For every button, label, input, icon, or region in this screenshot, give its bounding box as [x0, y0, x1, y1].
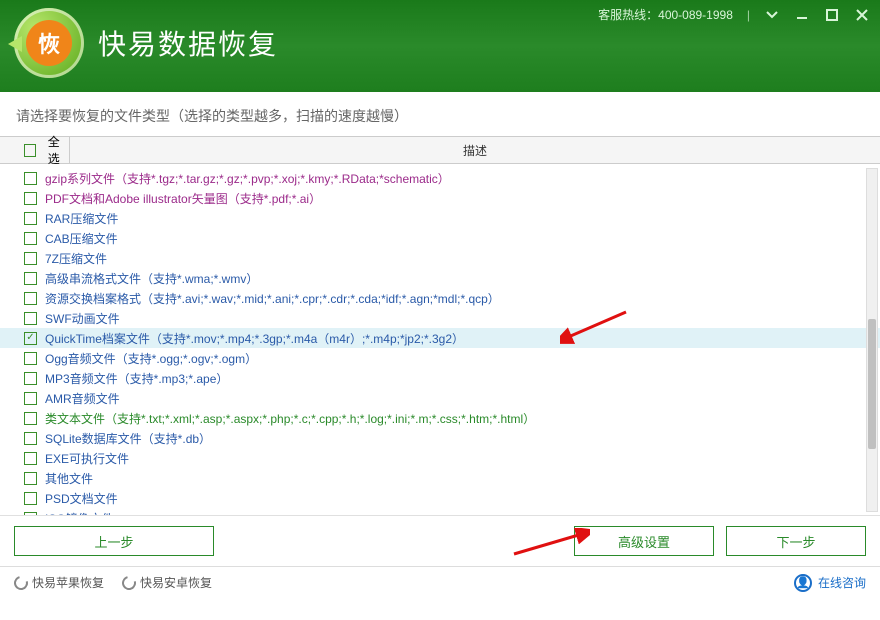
- advanced-settings-button[interactable]: 高级设置: [574, 526, 714, 556]
- scrollbar[interactable]: [866, 168, 878, 512]
- select-all-checkbox[interactable]: [24, 144, 36, 157]
- list-item[interactable]: Ogg音频文件（支持*.ogg;*.ogv;*.ogm）: [0, 348, 880, 368]
- list-item[interactable]: 其他文件: [0, 468, 880, 488]
- dropdown-icon[interactable]: [764, 7, 780, 23]
- row-checkbox[interactable]: [24, 352, 37, 365]
- scrollbar-thumb[interactable]: [868, 319, 876, 449]
- logo-area: 恢 快易数据恢复: [14, 8, 278, 78]
- online-support-label: 在线咨询: [818, 574, 866, 591]
- row-label: PDF文档和Adobe illustrator矢量图（支持*.pdf;*.ai）: [45, 190, 321, 207]
- row-checkbox[interactable]: [24, 312, 37, 325]
- list-item[interactable]: PDF文档和Adobe illustrator矢量图（支持*.pdf;*.ai）: [0, 188, 880, 208]
- logo-inner: 恢: [26, 20, 72, 66]
- row-checkbox[interactable]: [24, 392, 37, 405]
- row-label: 其他文件: [45, 470, 93, 487]
- close-icon[interactable]: [854, 7, 870, 23]
- list-item[interactable]: ISO镜像文件: [0, 508, 880, 516]
- row-checkbox[interactable]: [24, 332, 37, 345]
- list-item[interactable]: 类文本文件（支持*.txt;*.xml;*.asp;*.aspx;*.php;*…: [0, 408, 880, 428]
- list-item[interactable]: AMR音频文件: [0, 388, 880, 408]
- row-checkbox[interactable]: [24, 432, 37, 445]
- list-item[interactable]: SQLite数据库文件（支持*.db）: [0, 428, 880, 448]
- row-label: 类文本文件（支持*.txt;*.xml;*.asp;*.aspx;*.php;*…: [45, 410, 535, 427]
- app-title: 快易数据恢复: [98, 23, 278, 63]
- row-checkbox[interactable]: [24, 252, 37, 265]
- prev-button[interactable]: 上一步: [14, 526, 214, 556]
- online-support-link[interactable]: 👤 在线咨询: [794, 574, 866, 592]
- list-item[interactable]: QuickTime档案文件（支持*.mov;*.mp4;*.3gp;*.m4a（…: [0, 328, 880, 348]
- select-all-cell[interactable]: 全选: [0, 137, 70, 163]
- list-item[interactable]: SWF动画文件: [0, 308, 880, 328]
- list-item[interactable]: gzip系列文件（支持*.tgz;*.tar.gz;*.gz;*.pvp;*.x…: [0, 168, 880, 188]
- row-label: Ogg音频文件（支持*.ogg;*.ogv;*.ogm）: [45, 350, 257, 367]
- file-type-list-container: gzip系列文件（支持*.tgz;*.tar.gz;*.gz;*.pvp;*.x…: [0, 164, 880, 516]
- maximize-icon[interactable]: [824, 7, 840, 23]
- row-label: RAR压缩文件: [45, 210, 118, 227]
- row-label: CAB压缩文件: [45, 230, 118, 247]
- footer-left: 快易苹果恢复 快易安卓恢复: [14, 574, 212, 591]
- row-checkbox[interactable]: [24, 212, 37, 225]
- row-checkbox[interactable]: [24, 452, 37, 465]
- list-item[interactable]: PSD文档文件: [0, 488, 880, 508]
- refresh-icon: [11, 573, 30, 592]
- list-item[interactable]: 资源交换档案格式（支持*.avi;*.wav;*.mid;*.ani;*.cpr…: [0, 288, 880, 308]
- logo-badge: 恢: [14, 8, 84, 78]
- footer-link-android[interactable]: 快易安卓恢复: [122, 574, 212, 591]
- row-checkbox[interactable]: [24, 232, 37, 245]
- button-row: 上一步 高级设置 下一步: [0, 516, 880, 566]
- separator: |: [747, 8, 750, 22]
- row-checkbox[interactable]: [24, 272, 37, 285]
- row-label: 资源交换档案格式（支持*.avi;*.wav;*.mid;*.ani;*.cpr…: [45, 290, 500, 307]
- footer-link-apple[interactable]: 快易苹果恢复: [14, 574, 104, 591]
- list-item[interactable]: CAB压缩文件: [0, 228, 880, 248]
- footer: 快易苹果恢复 快易安卓恢复 👤 在线咨询: [0, 566, 880, 598]
- hotline-label: 客服热线：400-089-1998: [598, 6, 733, 23]
- row-label: 7Z压缩文件: [45, 250, 107, 267]
- row-label: MP3音频文件（支持*.mp3;*.ape）: [45, 370, 228, 387]
- row-label: 高级串流格式文件（支持*.wma;*.wmv）: [45, 270, 258, 287]
- titlebar: 客服热线：400-089-1998 | 恢 快易数据恢复: [0, 0, 880, 92]
- list-item[interactable]: 高级串流格式文件（支持*.wma;*.wmv）: [0, 268, 880, 288]
- footer-android-label: 快易安卓恢复: [140, 574, 212, 591]
- table-header: 全选 描述: [0, 136, 880, 164]
- row-label: PSD文档文件: [45, 490, 118, 507]
- row-checkbox[interactable]: [24, 292, 37, 305]
- list-item[interactable]: RAR压缩文件: [0, 208, 880, 228]
- list-item[interactable]: EXE可执行文件: [0, 448, 880, 468]
- row-checkbox[interactable]: [24, 192, 37, 205]
- file-type-list: gzip系列文件（支持*.tgz;*.tar.gz;*.gz;*.pvp;*.x…: [0, 164, 880, 516]
- list-item[interactable]: MP3音频文件（支持*.mp3;*.ape）: [0, 368, 880, 388]
- row-label: QuickTime档案文件（支持*.mov;*.mp4;*.3gp;*.m4a（…: [45, 330, 464, 347]
- row-checkbox[interactable]: [24, 492, 37, 505]
- row-label: SQLite数据库文件（支持*.db）: [45, 430, 211, 447]
- logo-arrow-icon: [8, 36, 22, 52]
- row-checkbox[interactable]: [24, 472, 37, 485]
- refresh-icon: [119, 573, 138, 592]
- select-all-label: 全选: [48, 133, 69, 167]
- row-checkbox[interactable]: [24, 412, 37, 425]
- row-label: gzip系列文件（支持*.tgz;*.tar.gz;*.gz;*.pvp;*.x…: [45, 170, 450, 187]
- footer-apple-label: 快易苹果恢复: [32, 574, 104, 591]
- row-label: SWF动画文件: [45, 310, 120, 327]
- row-label: AMR音频文件: [45, 390, 120, 407]
- list-item[interactable]: 7Z压缩文件: [0, 248, 880, 268]
- next-button[interactable]: 下一步: [726, 526, 866, 556]
- titlebar-right: 客服热线：400-089-1998 |: [598, 6, 870, 23]
- minimize-icon[interactable]: [794, 7, 810, 23]
- prompt-text: 请选择要恢复的文件类型（选择的类型越多，扫描的速度越慢）: [0, 92, 880, 136]
- user-icon: 👤: [794, 574, 812, 592]
- row-checkbox[interactable]: [24, 172, 37, 185]
- row-label: EXE可执行文件: [45, 450, 129, 467]
- row-checkbox[interactable]: [24, 372, 37, 385]
- column-header-description: 描述: [70, 142, 880, 159]
